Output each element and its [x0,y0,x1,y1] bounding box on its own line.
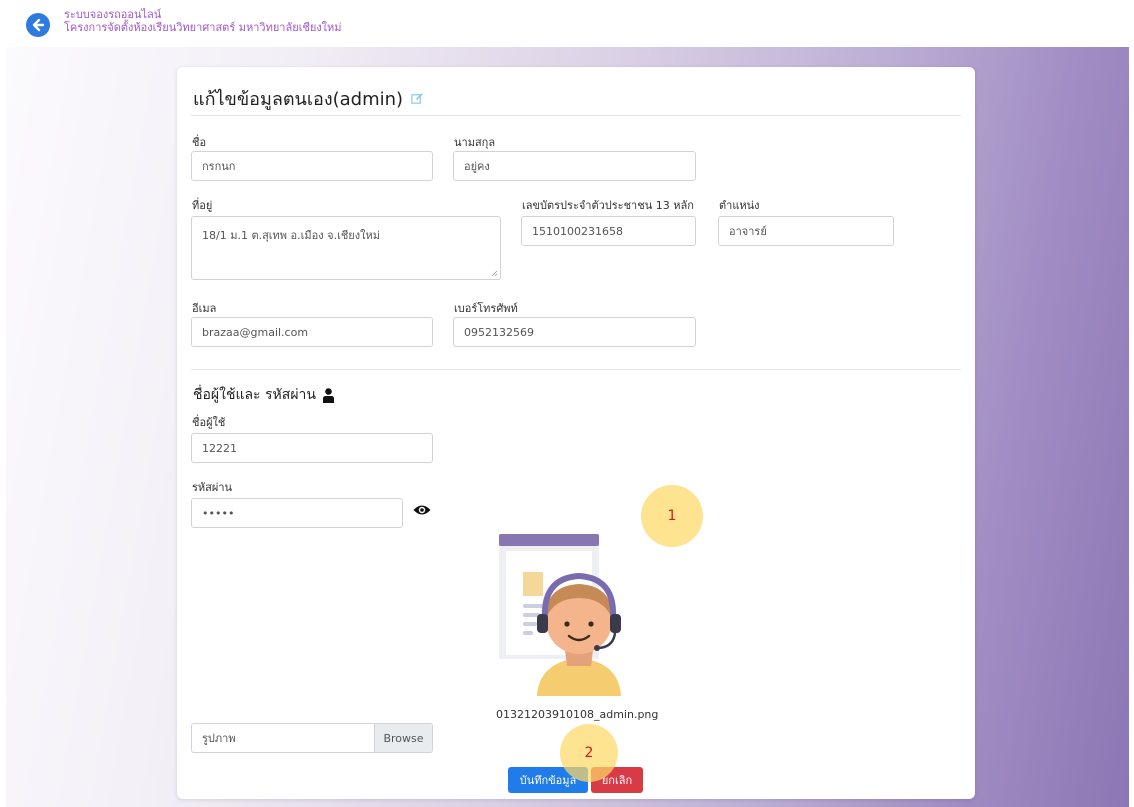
app-title: ระบบจองรถออนไลน์ โครงการจัดตั้งห้องเรียน… [64,8,342,34]
first-name-label: ชื่อ [192,136,207,149]
edit-icon [411,93,423,104]
image-file-label: รูปภาพ [202,732,236,745]
image-file-input[interactable]: รูปภาพ Browse [191,723,433,753]
first-name-field[interactable]: กรกนก [191,151,433,181]
image-filename: 01321203910108_admin.png [496,708,659,721]
back-arrow-icon [32,18,45,32]
title-divider [191,115,961,116]
email-label: อีเมล [192,302,217,315]
resize-grip-icon [491,270,498,277]
password-field[interactable]: ••••• [191,498,403,528]
username-field[interactable]: 12221 [191,433,433,463]
page-title-text: แก้ไขข้อมูลตนเอง(admin) [193,89,404,110]
email-field[interactable]: brazaa@gmail.com [191,317,433,347]
password-label: รหัสผ่าน [192,481,233,494]
app-title-line2: โครงการจัดตั้งห้องเรียนวิทยาศาสตร์ มหาวิ… [64,21,342,34]
id-card-field[interactable]: 1510100231658 [521,216,696,246]
phone-field[interactable]: 0952132569 [453,317,696,347]
top-bar: ระบบจองรถออนไลน์ โครงการจัดตั้งห้องเรียน… [0,0,1134,47]
position-field[interactable]: อาจารย์ [718,216,894,246]
position-label: ตำแหน่ง [719,199,760,212]
user-icon [322,387,334,403]
back-button[interactable] [26,13,50,37]
account-section-title: ชื่อผู้ใช้และ รหัสผ่าน [193,384,334,406]
address-field[interactable]: 18/1 ม.1 ต.สุเทพ อ.เมือง จ.เชียงใหม่ [191,216,501,280]
account-section-title-text: ชื่อผู้ใช้และ รหัสผ่าน [193,387,316,403]
profile-form-card: แก้ไขข้อมูลตนเอง(admin) ชื่อ กรกนก นามสก… [177,67,975,799]
username-label: ชื่อผู้ใช้ [192,416,226,429]
address-label: ที่อยู่ [192,199,213,212]
highlight-marker-2: 2 [560,724,618,782]
app-title-line1: ระบบจองรถออนไลน์ [64,8,162,21]
address-value: 18/1 ม.1 ต.สุเทพ อ.เมือง จ.เชียงใหม่ [202,229,380,242]
phone-label: เบอร์โทรศัพท์ [454,302,518,315]
last-name-label: นามสกุล [454,136,496,149]
last-name-field[interactable]: อยู่คง [453,151,696,181]
eye-icon[interactable] [413,504,431,516]
id-card-label: เลขบัตรประจำตัวประชาชน 13 หลัก [522,199,694,212]
highlight-marker-1: 1 [641,485,703,547]
section-divider [191,369,961,370]
profile-image [499,534,621,696]
browse-button[interactable]: Browse [374,724,432,752]
page-title: แก้ไขข้อมูลตนเอง(admin) [193,84,424,113]
